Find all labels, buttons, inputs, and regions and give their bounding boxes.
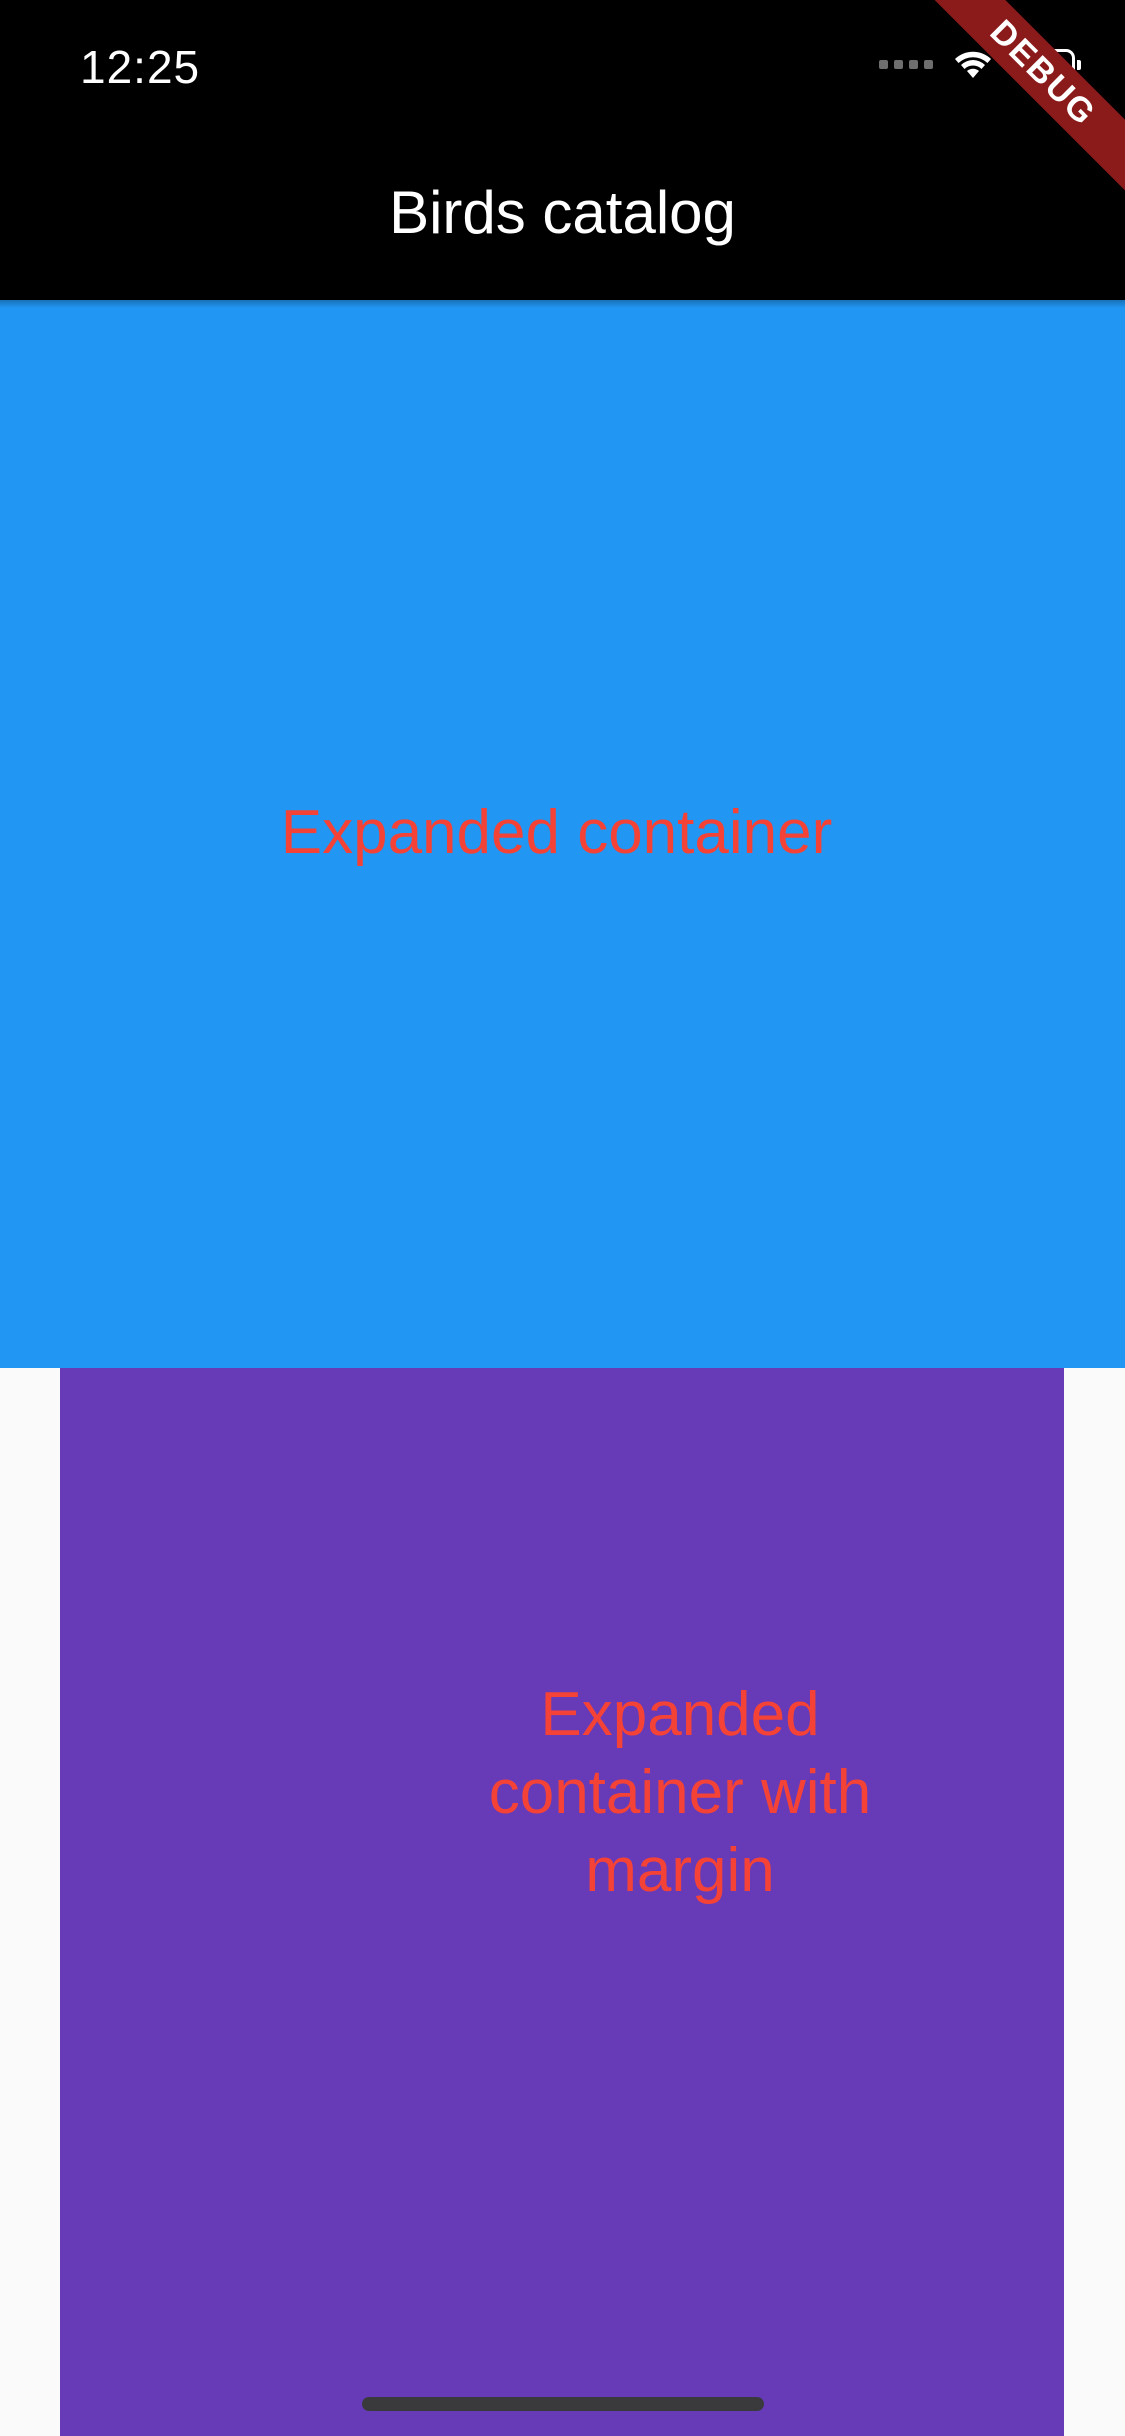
home-indicator[interactable]: [362, 2397, 764, 2411]
app-bar: 12:25 Birds catalog: [0, 0, 1125, 300]
app-bar-shadow: [0, 300, 1125, 308]
cellular-signal-icon: [879, 59, 933, 69]
expanded-container: Expanded container: [0, 300, 1125, 1368]
expanded-container-label: Expanded container: [280, 797, 833, 867]
status-time: 12:25: [80, 41, 201, 93]
app-screen: 12:25 Birds catalog DEBUG Expanded conta…: [0, 0, 1125, 2436]
expanded-container-with-margin-label: Expanded container with margin: [488, 1680, 872, 1905]
expanded-container-with-margin: Expanded container with margin: [60, 1368, 1064, 2436]
app-title: Birds catalog: [389, 179, 736, 246]
